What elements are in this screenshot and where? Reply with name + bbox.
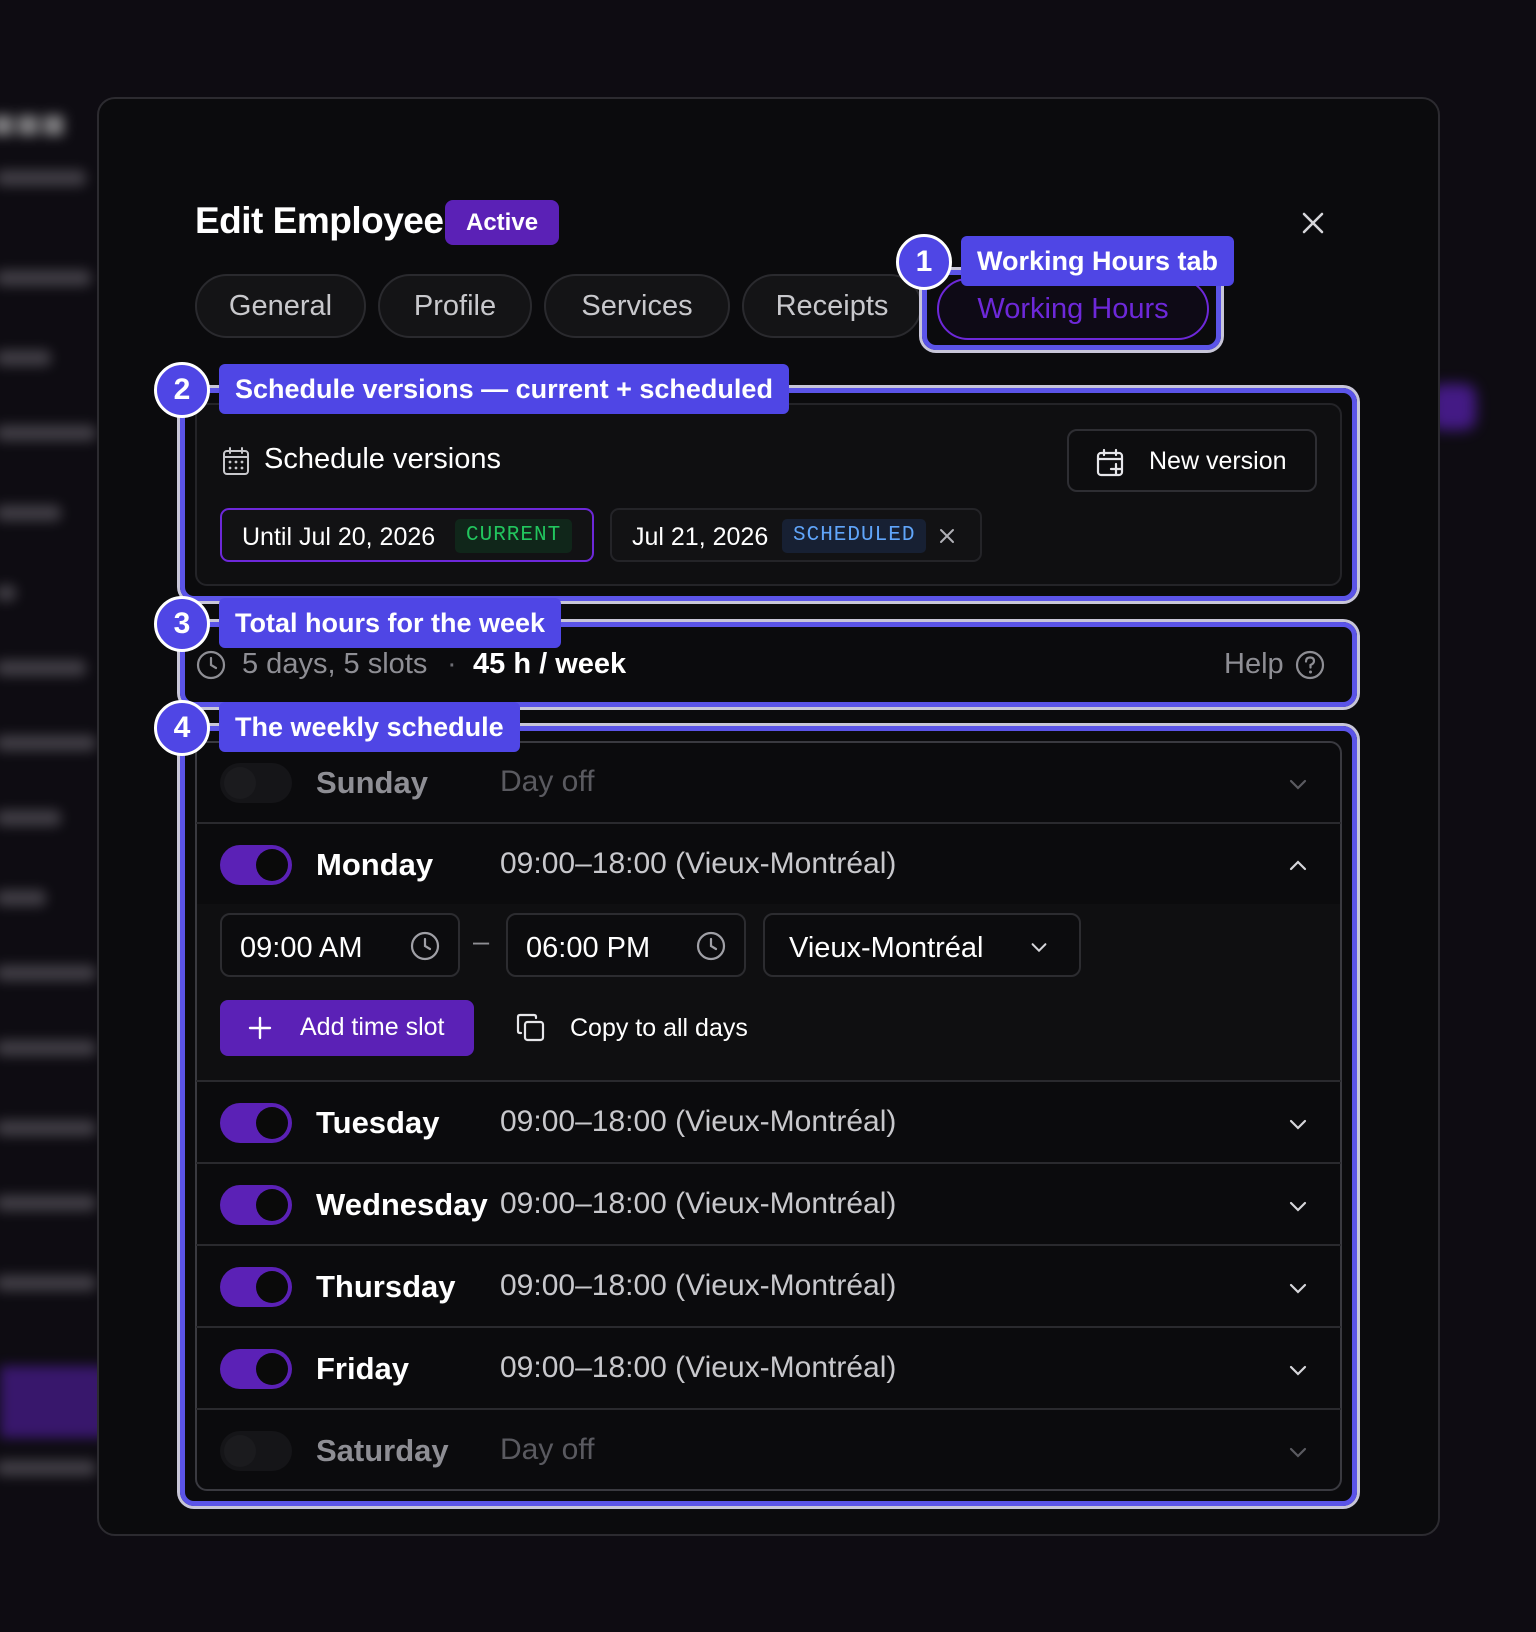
help-button[interactable]: Help — [1224, 645, 1328, 685]
end-time-input[interactable]: 06:00 PM — [506, 913, 746, 977]
summary-separator: · — [447, 648, 457, 680]
callout-number-2: 2 — [154, 362, 210, 418]
close-button[interactable] — [1295, 205, 1331, 241]
day-row-tuesday[interactable]: Tuesday 09:00–18:00 (Vieux-Montréal) — [196, 1080, 1341, 1160]
day-hours: 09:00–18:00 (Vieux-Montréal) — [500, 1105, 897, 1138]
chevron-down-icon[interactable] — [1286, 772, 1310, 796]
callout-label-3: Total hours for the week — [219, 598, 562, 648]
new-version-button[interactable]: New version — [1067, 429, 1317, 492]
copy-to-all-days-label: Copy to all days — [570, 1014, 748, 1042]
tab-working-hours[interactable]: Working Hours — [937, 278, 1209, 340]
day-row-sunday[interactable]: Sunday Day off — [196, 742, 1341, 822]
current-tag: CURRENT — [455, 519, 573, 553]
day-hours: 09:00–18:00 (Vieux-Montréal) — [500, 1187, 897, 1220]
help-label: Help — [1224, 648, 1284, 680]
status-badge: Active — [445, 200, 560, 245]
version-label: Until Jul 20, 2026 — [242, 523, 436, 551]
calendar-plus-icon — [1096, 448, 1124, 477]
scheduled-tag: SCHEDULED — [782, 519, 927, 553]
day-row-saturday[interactable]: Saturday Day off — [196, 1408, 1341, 1488]
modal-title: Edit Employee — [195, 200, 444, 241]
day-hours: 09:00–18:00 (Vieux-Montréal) — [500, 1351, 897, 1384]
day-name: Saturday — [316, 1433, 449, 1468]
clock-icon[interactable] — [409, 930, 441, 962]
clock-icon[interactable] — [695, 930, 727, 962]
day-name: Tuesday — [316, 1105, 440, 1140]
chevron-up-icon[interactable] — [1286, 854, 1310, 878]
day-name: Thursday — [316, 1269, 456, 1304]
day-toggle[interactable] — [220, 1103, 292, 1143]
day-row-wednesday[interactable]: Wednesday 09:00–18:00 (Vieux-Montréal) — [196, 1162, 1341, 1242]
day-hours: Day off — [500, 765, 595, 798]
day-name: Wednesday — [316, 1187, 488, 1222]
version-label: Jul 21, 2026 — [632, 523, 769, 551]
version-chip-scheduled[interactable]: Jul 21, 2026 SCHEDULED — [610, 508, 982, 562]
day-toggle[interactable] — [220, 1349, 292, 1389]
day-toggle[interactable] — [220, 1185, 292, 1225]
tab-general[interactable]: General — [195, 274, 366, 338]
remove-version-icon[interactable] — [938, 527, 956, 545]
callout-label-4: The weekly schedule — [219, 702, 520, 752]
chevron-down-icon — [1031, 943, 1047, 953]
day-toggle[interactable] — [220, 1431, 292, 1471]
location-value: Vieux-Montréal — [789, 932, 984, 964]
version-chip-current[interactable]: Until Jul 20, 2026 CURRENT — [220, 508, 594, 562]
chevron-down-icon[interactable] — [1286, 1440, 1310, 1464]
day-toggle[interactable] — [220, 763, 292, 803]
day-name: Friday — [316, 1351, 410, 1386]
help-icon — [1295, 650, 1325, 680]
tab-services[interactable]: Services — [544, 274, 730, 338]
day-hours: 09:00–18:00 (Vieux-Montréal) — [500, 1269, 897, 1302]
day-row-thursday[interactable]: Thursday 09:00–18:00 (Vieux-Montréal) — [196, 1244, 1341, 1324]
callout-label-2: Schedule versions — current + scheduled — [219, 364, 789, 414]
tab-receipts[interactable]: Receipts — [742, 274, 922, 338]
background-sidebar-active-item — [0, 1366, 110, 1438]
chevron-down-icon[interactable] — [1286, 1276, 1310, 1300]
day-name: Sunday — [316, 765, 428, 800]
background-sidebar: ■■■ — [0, 0, 110, 1632]
schedule-versions-title: Schedule versions — [264, 443, 501, 475]
day-toggle[interactable] — [220, 1267, 292, 1307]
start-time-value: 09:00 AM — [240, 932, 363, 964]
location-select[interactable]: Vieux-Montréal — [763, 913, 1081, 977]
calendar-icon — [223, 447, 249, 475]
copy-icon — [516, 1013, 545, 1042]
days-slots-count: 5 days, 5 slots — [242, 648, 428, 680]
tab-profile[interactable]: Profile — [378, 274, 532, 338]
chevron-down-icon[interactable] — [1286, 1112, 1310, 1136]
background-sidebar-title: ■■■ — [0, 100, 67, 147]
weekly-total-hours: 45 h / week — [473, 648, 627, 680]
day-hours: 09:00–18:00 (Vieux-Montréal) — [500, 847, 897, 880]
chevron-down-icon[interactable] — [1286, 1194, 1310, 1218]
copy-to-all-days-button[interactable]: Copy to all days — [510, 1000, 770, 1056]
callout-label-1: Working Hours tab — [961, 236, 1235, 286]
start-time-input[interactable]: 09:00 AM — [220, 913, 460, 977]
callout-number-4: 4 — [154, 700, 210, 756]
time-range-dash: – — [473, 926, 490, 958]
clock-icon — [196, 650, 226, 680]
end-time-value: 06:00 PM — [526, 932, 651, 964]
plus-icon — [248, 1016, 272, 1040]
callout-number-3: 3 — [154, 596, 210, 652]
day-row-friday[interactable]: Friday 09:00–18:00 (Vieux-Montréal) — [196, 1326, 1341, 1406]
chevron-down-icon[interactable] — [1286, 1358, 1310, 1382]
callout-number-1: 1 — [896, 234, 952, 290]
add-time-slot-button[interactable]: Add time slot — [220, 1000, 474, 1056]
add-time-slot-label: Add time slot — [300, 1013, 445, 1041]
day-name: Monday — [316, 847, 434, 882]
new-version-label: New version — [1149, 447, 1287, 475]
day-row-monday[interactable]: Monday 09:00–18:00 (Vieux-Montréal) — [196, 822, 1341, 902]
close-icon — [1302, 212, 1324, 234]
day-toggle[interactable] — [220, 845, 292, 885]
day-hours: Day off — [500, 1433, 595, 1466]
